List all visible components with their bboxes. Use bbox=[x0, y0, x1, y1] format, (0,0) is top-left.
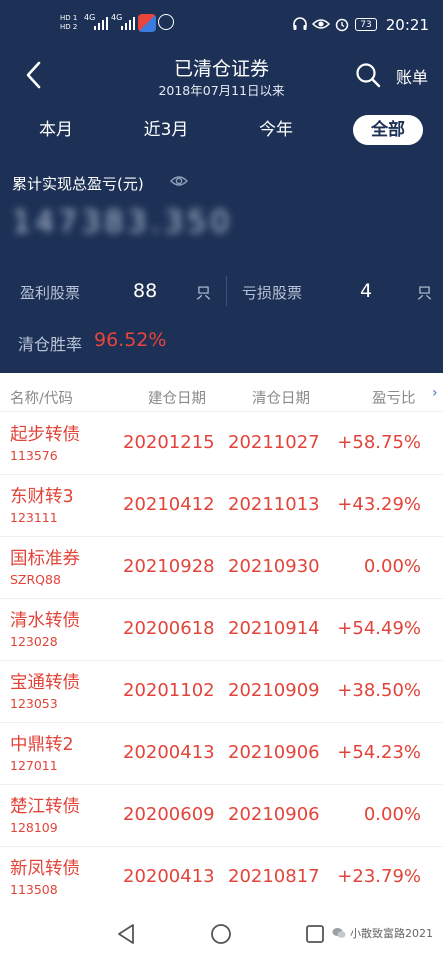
security-name: 国标准券 bbox=[10, 549, 80, 569]
tab-this-month[interactable]: 本月 bbox=[27, 115, 85, 145]
app-notification-icon bbox=[138, 14, 156, 32]
table-row[interactable]: 楚江转债 128109 20200609 20210906 0.00% bbox=[0, 784, 443, 846]
nav-back-icon[interactable] bbox=[116, 923, 136, 945]
win-rate-value: 96.52% bbox=[94, 329, 167, 351]
watermark: 小散致富路2021 bbox=[332, 925, 433, 941]
loss-stocks-unit: 只 bbox=[417, 284, 433, 302]
win-rate-label: 清仓胜率 bbox=[18, 335, 83, 354]
status-bar: HD 1 HD 2 4G 4G 73 20:21 bbox=[0, 0, 443, 56]
pl-ratio: 0.00% bbox=[363, 804, 421, 825]
eye-comfort-icon bbox=[312, 19, 330, 29]
table-row[interactable]: 国标准券 SZRQ88 20210928 20210930 0.00% bbox=[0, 536, 443, 598]
pl-ratio: +54.49% bbox=[337, 618, 421, 639]
loss-stocks-count: 4 bbox=[360, 280, 373, 302]
divider bbox=[226, 276, 227, 306]
loss-stocks-label: 亏损股票 bbox=[242, 284, 303, 302]
table-row[interactable]: 宝通转债 123053 20201102 20210909 +38.50% bbox=[0, 660, 443, 722]
security-name: 起步转债 bbox=[10, 425, 80, 445]
signal-icon bbox=[94, 16, 108, 30]
total-pl-label: 累计实现总盈亏(元) bbox=[12, 175, 144, 193]
clock: 20:21 bbox=[385, 16, 429, 34]
security-code: SZRQ88 bbox=[10, 572, 61, 587]
column-header-open-date[interactable]: 建仓日期 bbox=[148, 387, 206, 408]
eye-icon[interactable] bbox=[170, 172, 188, 190]
security-code: 127011 bbox=[10, 758, 58, 773]
security-name: 新凤转债 bbox=[10, 859, 80, 879]
open-date: 20210412 bbox=[123, 494, 215, 515]
tab-last-3-months[interactable]: 近3月 bbox=[133, 115, 199, 145]
close-date: 20210906 bbox=[228, 742, 320, 763]
open-date: 20201102 bbox=[123, 680, 215, 701]
table-row[interactable]: 清水转债 123028 20200618 20210914 +54.49% bbox=[0, 598, 443, 660]
table-header: 名称/代码 建仓日期 清仓日期 盈亏比 › bbox=[0, 381, 443, 411]
open-date: 20200609 bbox=[123, 804, 215, 825]
app-notification-icon bbox=[158, 14, 174, 30]
close-date: 20210909 bbox=[228, 680, 320, 701]
nav-home-icon[interactable] bbox=[210, 923, 232, 945]
close-date: 20210906 bbox=[228, 804, 320, 825]
ledger-button[interactable]: 账单 bbox=[396, 64, 428, 88]
pl-ratio: 0.00% bbox=[363, 556, 421, 577]
open-date: 20200618 bbox=[123, 618, 215, 639]
open-date: 20210928 bbox=[123, 556, 215, 577]
profit-stocks-count: 88 bbox=[133, 280, 158, 302]
scroll-right-icon[interactable]: › bbox=[432, 385, 438, 401]
pl-ratio: +54.23% bbox=[337, 742, 421, 763]
search-icon[interactable] bbox=[355, 62, 381, 88]
pl-ratio: +43.29% bbox=[337, 494, 421, 515]
battery-icon: 73 bbox=[355, 18, 377, 31]
close-date: 20210914 bbox=[228, 618, 320, 639]
security-code: 123111 bbox=[10, 510, 58, 525]
security-name: 宝通转债 bbox=[10, 673, 80, 693]
security-name: 楚江转债 bbox=[10, 797, 80, 817]
total-pl-value: 147383.350 bbox=[12, 205, 234, 240]
watermark-text: 小散致富路2021 bbox=[350, 927, 433, 940]
table-row[interactable]: 新凤转债 113508 20200413 20210817 +23.79% bbox=[0, 846, 443, 908]
security-code: 113576 bbox=[10, 448, 58, 463]
table-row[interactable]: 中鼎转2 127011 20200413 20210906 +54.23% bbox=[0, 722, 443, 784]
close-date: 20210817 bbox=[228, 866, 320, 887]
security-code: 113508 bbox=[10, 882, 58, 897]
security-name: 东财转3 bbox=[10, 487, 74, 507]
headphones-icon bbox=[293, 17, 307, 30]
pl-ratio: +58.75% bbox=[337, 432, 421, 453]
sim1-label: HD 1 bbox=[60, 14, 78, 22]
profit-stocks-label: 盈利股票 bbox=[20, 284, 81, 302]
open-date: 20200413 bbox=[123, 742, 215, 763]
wechat-icon bbox=[332, 928, 346, 938]
header-panel: HD 1 HD 2 4G 4G 73 20:21 已清仓证券 2018年07月1… bbox=[0, 0, 443, 373]
open-date: 20200413 bbox=[123, 866, 215, 887]
close-date: 20210930 bbox=[228, 556, 320, 577]
open-date: 20201215 bbox=[123, 432, 215, 453]
column-header-pl-ratio[interactable]: 盈亏比 bbox=[372, 387, 416, 408]
alarm-icon bbox=[335, 18, 349, 32]
close-date: 20211013 bbox=[228, 494, 320, 515]
close-date: 20211027 bbox=[228, 432, 320, 453]
table-row[interactable]: 东财转3 123111 20210412 20211013 +43.29% bbox=[0, 474, 443, 536]
tab-all[interactable]: 全部 bbox=[353, 115, 423, 145]
sim2-label: HD 2 bbox=[60, 23, 78, 31]
pl-ratio: +38.50% bbox=[337, 680, 421, 701]
security-name: 清水转债 bbox=[10, 611, 80, 631]
profit-stocks-unit: 只 bbox=[196, 284, 212, 302]
security-name: 中鼎转2 bbox=[10, 735, 74, 755]
security-code: 123028 bbox=[10, 634, 58, 649]
tab-this-year[interactable]: 今年 bbox=[247, 115, 305, 145]
pl-ratio: +23.79% bbox=[337, 866, 421, 887]
nav-recent-icon[interactable] bbox=[305, 924, 325, 944]
security-code: 128109 bbox=[10, 820, 58, 835]
table-row[interactable]: 起步转债 113576 20201215 20211027 +58.75% bbox=[0, 412, 443, 474]
sim-indicator: HD 1 HD 2 bbox=[60, 14, 77, 32]
signal-icon bbox=[121, 16, 135, 30]
column-header-close-date[interactable]: 清仓日期 bbox=[252, 387, 310, 408]
column-header-name: 名称/代码 bbox=[10, 391, 73, 407]
security-code: 123053 bbox=[10, 696, 58, 711]
